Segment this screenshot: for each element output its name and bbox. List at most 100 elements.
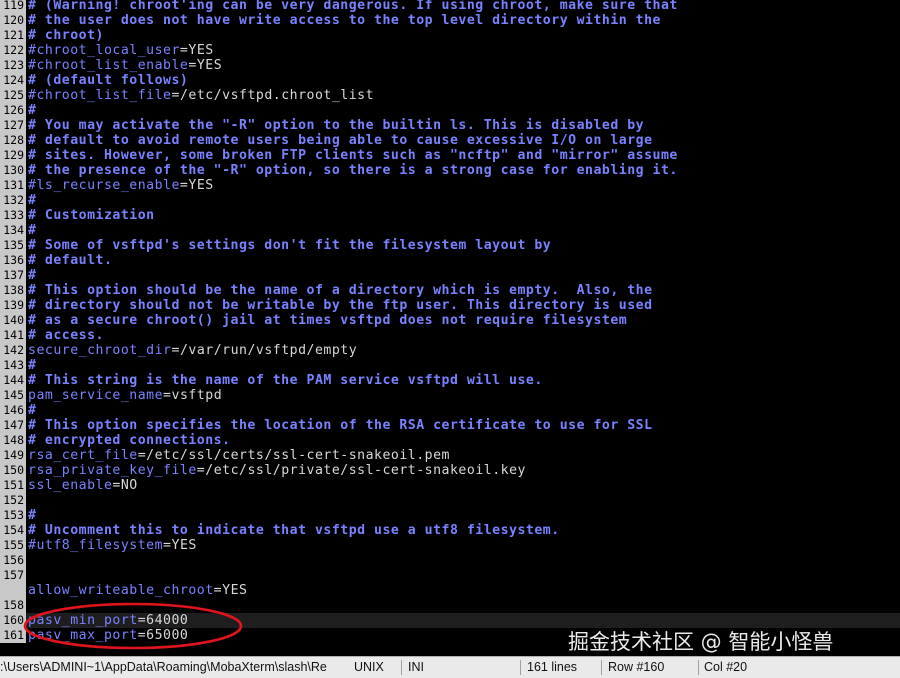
editor-line[interactable]: 141 # access. — [0, 328, 900, 343]
line-number: 119 — [0, 0, 26, 13]
config-value: YES — [222, 583, 248, 598]
editor-line[interactable]: 147 # This option specifies the location … — [0, 418, 900, 433]
config-key: #utf8_filesystem — [28, 538, 164, 553]
status-separator — [401, 660, 402, 675]
line-number: 137 — [0, 268, 26, 283]
line-number: 154 — [0, 523, 26, 538]
line-number: 120 — [0, 13, 26, 28]
comment-text: # default. — [28, 253, 113, 268]
editor-line[interactable]: 120 # the user does not have write access… — [0, 13, 900, 28]
editor-line[interactable]: 156 — [0, 553, 900, 568]
line-number: 128 — [0, 133, 26, 148]
line-number: 145 — [0, 388, 26, 403]
comment-text: # — [28, 508, 37, 523]
config-key: secure_chroot_dir — [28, 343, 172, 358]
line-number: 136 — [0, 253, 26, 268]
line-number: 124 — [0, 73, 26, 88]
config-entry: rsa_private_key_file=/etc/ssl/private/ss… — [28, 463, 526, 478]
comment-text: # Customization — [28, 208, 155, 223]
editor-line[interactable]: 121 # chroot) — [0, 28, 900, 43]
comment-text: # Some of vsftpd's settings don't fit th… — [28, 238, 552, 253]
editor-line[interactable]: 149 rsa_cert_file=/etc/ssl/certs/ssl-cert… — [0, 448, 900, 463]
editor-line[interactable]: 126 # — [0, 103, 900, 118]
editor-line[interactable]: 155 #utf8_filesystem=YES — [0, 538, 900, 553]
editor-line[interactable]: 131 #ls_recurse_enable=YES — [0, 178, 900, 193]
comment-text: # You may activate the "-R" option to th… — [28, 118, 645, 133]
line-number: 153 — [0, 508, 26, 523]
editor-line[interactable]: 145 pam_service_name=vsftpd — [0, 388, 900, 403]
editor-line[interactable]: 136 # default. — [0, 253, 900, 268]
equals-sign: = — [171, 88, 180, 103]
editor-line[interactable]: 133 # Customization — [0, 208, 900, 223]
editor-line[interactable]: 123 #chroot_list_enable=YES — [0, 58, 900, 73]
editor-line[interactable]: 153 # — [0, 508, 900, 523]
editor-line[interactable]: 150 rsa_private_key_file=/etc/ssl/private… — [0, 463, 900, 478]
editor-line[interactable]: 146 # — [0, 403, 900, 418]
editor-line[interactable]: 148 # encrypted connections. — [0, 433, 900, 448]
comment-text: # the user does not have write access to… — [28, 13, 661, 28]
editor-line[interactable]: 135 # Some of vsftpd's settings don't fit… — [0, 238, 900, 253]
editor-line[interactable]: 144 # This string is the name of the PAM … — [0, 373, 900, 388]
line-number: 132 — [0, 193, 26, 208]
status-syntax: INI — [408, 660, 424, 674]
equals-sign: = — [196, 463, 206, 478]
config-value: NO — [120, 478, 138, 493]
config-entry: ssl_enable=NO — [28, 478, 138, 493]
config-value: vsftpd — [171, 388, 223, 403]
editor-line[interactable]: 142 secure_chroot_dir=/var/run/vsftpd/emp… — [0, 343, 900, 358]
editor-line[interactable]: 122 #chroot_local_user=YES — [0, 43, 900, 58]
editor-line[interactable]: 138 # This option should be the name of a… — [0, 283, 900, 298]
editor-line[interactable]: 139 # directory should not be writable by… — [0, 298, 900, 313]
editor-line[interactable]: 119 # (Warning! chroot'ing can be very da… — [0, 0, 900, 13]
line-number: 135 — [0, 238, 26, 253]
comment-text: # — [28, 103, 37, 118]
config-value: /var/run/vsftpd/empty — [179, 343, 358, 358]
equals-sign: = — [163, 538, 172, 553]
comment-text: # — [28, 268, 37, 283]
editor-line[interactable]: 154 # Uncomment this to indicate that vsf… — [0, 523, 900, 538]
config-entry: #ls_recurse_enable=YES — [28, 178, 214, 193]
editor-line[interactable]: 125 #chroot_list_file=/etc/vsftpd.chroot_… — [0, 88, 900, 103]
comment-text: # This option specifies the location of … — [28, 418, 653, 433]
config-entry: rsa_cert_file=/etc/ssl/certs/ssl-cert-sn… — [28, 448, 450, 463]
status-separator — [698, 660, 699, 675]
editor-line[interactable]: allow_writeable_chroot=YES — [0, 583, 900, 598]
config-value: /etc/ssl/private/ssl-cert-snakeoil.key — [205, 463, 526, 478]
editor-line[interactable]: 157 — [0, 568, 900, 583]
editor-line[interactable]: 132 # — [0, 193, 900, 208]
line-number: 148 — [0, 433, 26, 448]
editor-line[interactable]: 151 ssl_enable=NO — [0, 478, 900, 493]
editor-line[interactable]: 137 # — [0, 268, 900, 283]
editor-line[interactable]: 124 # (default follows) — [0, 73, 900, 88]
status-separator — [601, 660, 602, 675]
editor-line[interactable]: 143 # — [0, 358, 900, 373]
config-key: allow_writeable_chroot — [28, 583, 214, 598]
editor-line[interactable]: 140 # as a secure chroot() jail at times … — [0, 313, 900, 328]
status-line-count: 161 lines — [527, 660, 578, 674]
line-number: 149 — [0, 448, 26, 463]
comment-text: # default to avoid remote users being ab… — [28, 133, 653, 148]
line-number: 147 — [0, 418, 26, 433]
editor-line[interactable]: 152 — [0, 493, 900, 508]
config-key: #chroot_local_user — [28, 43, 180, 58]
comment-text: # (default follows) — [28, 73, 189, 88]
editor-line[interactable]: 127 # You may activate the "-R" option to… — [0, 118, 900, 133]
config-entry: secure_chroot_dir=/var/run/vsftpd/empty — [28, 343, 357, 358]
config-value: YES — [196, 58, 223, 73]
line-number: 143 — [0, 358, 26, 373]
comment-text: # This string is the name of the PAM ser… — [28, 373, 543, 388]
line-number: 150 — [0, 463, 26, 478]
config-value: /etc/vsftpd.chroot_list — [179, 88, 375, 103]
editor-line[interactable]: 134 # — [0, 223, 900, 238]
config-entry: #utf8_filesystem=YES — [28, 538, 197, 553]
comment-text: # Uncomment this to indicate that vsftpd… — [28, 523, 560, 538]
line-number: 130 — [0, 163, 26, 178]
editor-line[interactable]: 130 # the presence of the "-R" option, so… — [0, 163, 900, 178]
line-number: 142 — [0, 343, 26, 358]
editor-line[interactable]: 129 # sites. However, some broken FTP cli… — [0, 148, 900, 163]
line-number: 122 — [0, 43, 26, 58]
config-value: YES — [188, 43, 214, 58]
editor-line[interactable]: 128 # default to avoid remote users being… — [0, 133, 900, 148]
config-entry: #chroot_list_enable=YES — [28, 58, 222, 73]
text-editor[interactable]: 119 # (Warning! chroot'ing can be very da… — [0, 0, 900, 656]
